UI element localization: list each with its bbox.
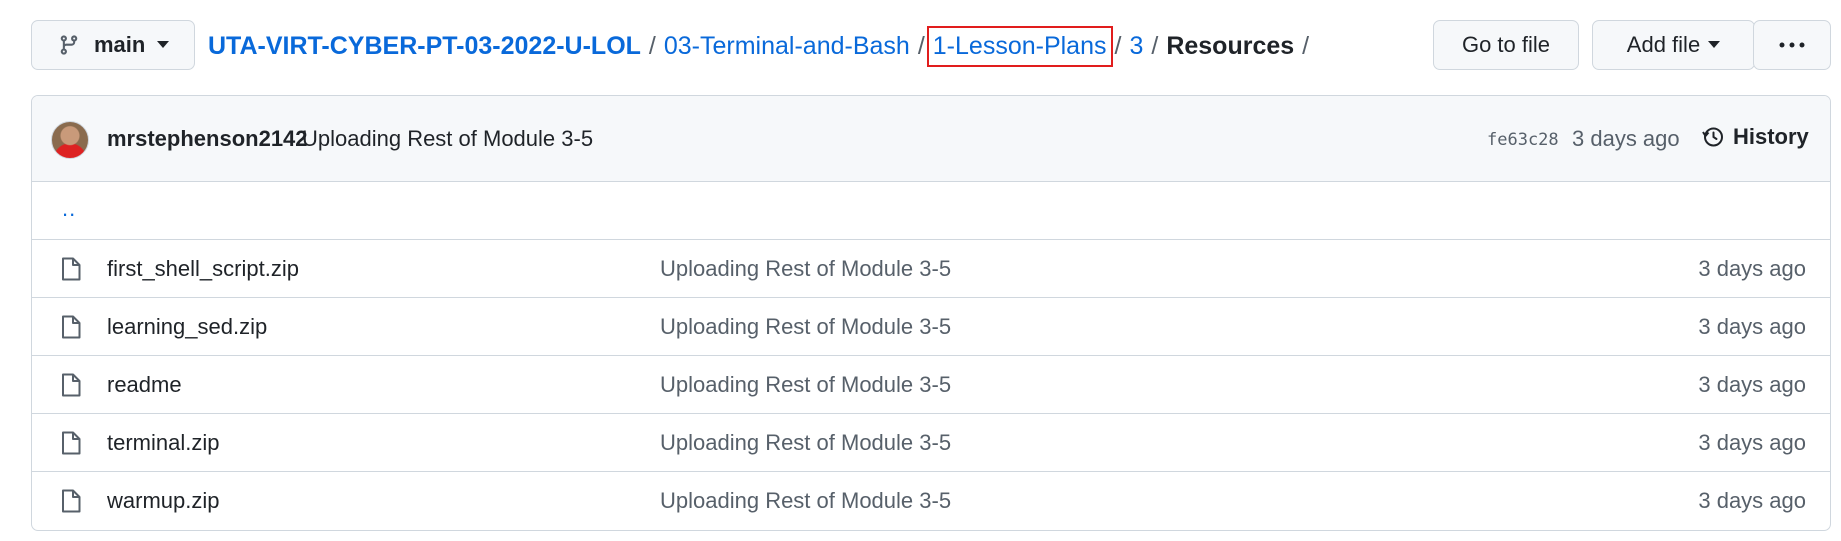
git-branch-icon: [60, 35, 78, 55]
file-name-link[interactable]: terminal.zip: [107, 430, 219, 456]
parent-directory-link[interactable]: ..: [62, 196, 76, 222]
table-row: readme Uploading Rest of Module 3-5 3 da…: [32, 356, 1830, 414]
breadcrumb: UTA-VIRT-CYBER-PT-03-2022-U-LOL / 03-Ter…: [208, 24, 1317, 68]
branch-selector-button[interactable]: main: [31, 20, 195, 70]
file-icon: [62, 315, 81, 339]
file-icon: [62, 257, 81, 281]
file-icon: [62, 431, 81, 455]
breadcrumb-separator: /: [1114, 31, 1122, 60]
go-to-file-button[interactable]: Go to file: [1433, 20, 1579, 70]
file-name-link[interactable]: readme: [107, 372, 182, 398]
table-row: learning_sed.zip Uploading Rest of Modul…: [32, 298, 1830, 356]
file-age: 3 days ago: [1698, 372, 1806, 397]
breadcrumb-separator: /: [917, 31, 925, 60]
file-name-link[interactable]: learning_sed.zip: [107, 314, 267, 340]
history-icon: [1702, 127, 1723, 147]
chevron-down-icon: [157, 41, 170, 48]
history-link[interactable]: History: [1701, 124, 1809, 150]
commit-age: 3 days ago: [1572, 126, 1680, 151]
file-age: 3 days ago: [1698, 488, 1806, 513]
file-commit-link[interactable]: Uploading Rest of Module 3-5: [660, 430, 951, 456]
commit-sha-link[interactable]: fe63c28: [1487, 130, 1559, 150]
breadcrumb-link-3[interactable]: 3: [1129, 32, 1143, 61]
file-age: 3 days ago: [1698, 430, 1806, 455]
table-row: terminal.zip Uploading Rest of Module 3-…: [32, 414, 1830, 472]
breadcrumb-repo-link[interactable]: UTA-VIRT-CYBER-PT-03-2022-U-LOL: [208, 32, 641, 61]
breadcrumb-separator: /: [1151, 31, 1159, 60]
add-file-button[interactable]: Add file: [1592, 20, 1755, 70]
kebab-horizontal-icon: [1779, 42, 1805, 48]
latest-commit-header: mrstephenson2142 Uploading Rest of Modul…: [32, 96, 1830, 182]
file-name-link[interactable]: first_shell_script.zip: [107, 256, 299, 282]
file-commit-link[interactable]: Uploading Rest of Module 3-5: [660, 314, 951, 340]
breadcrumb-separator: /: [648, 31, 656, 60]
file-icon: [62, 373, 81, 397]
file-commit-link[interactable]: Uploading Rest of Module 3-5: [660, 256, 951, 282]
breadcrumb-current-folder: Resources: [1166, 31, 1295, 60]
commit-author-link[interactable]: mrstephenson2142: [107, 126, 308, 152]
file-icon: [62, 489, 81, 513]
table-row: first_shell_script.zip Uploading Rest of…: [32, 240, 1830, 298]
file-commit-link[interactable]: Uploading Rest of Module 3-5: [660, 488, 951, 514]
file-list: mrstephenson2142 Uploading Rest of Modul…: [31, 95, 1831, 531]
breadcrumb-link-terminal-and-bash[interactable]: 03-Terminal-and-Bash: [664, 32, 910, 61]
commit-message-link[interactable]: Uploading Rest of Module 3-5: [302, 126, 593, 152]
breadcrumb-separator: /: [1302, 31, 1310, 60]
breadcrumb-link-lesson-plans[interactable]: 1-Lesson-Plans: [926, 25, 1113, 67]
history-label: History: [1733, 124, 1809, 149]
file-age: 3 days ago: [1698, 256, 1806, 281]
avatar[interactable]: [51, 121, 89, 159]
more-options-button[interactable]: [1753, 20, 1831, 70]
file-name-link[interactable]: warmup.zip: [107, 488, 219, 514]
file-commit-link[interactable]: Uploading Rest of Module 3-5: [660, 372, 951, 398]
go-to-file-label: Go to file: [1461, 32, 1551, 57]
chevron-down-icon: [1708, 41, 1721, 48]
add-file-label: Add file: [1626, 32, 1701, 57]
file-age: 3 days ago: [1698, 314, 1806, 339]
parent-directory-row[interactable]: ..: [32, 182, 1830, 240]
table-row: warmup.zip Uploading Rest of Module 3-5 …: [32, 472, 1830, 530]
branch-name: main: [94, 32, 146, 57]
